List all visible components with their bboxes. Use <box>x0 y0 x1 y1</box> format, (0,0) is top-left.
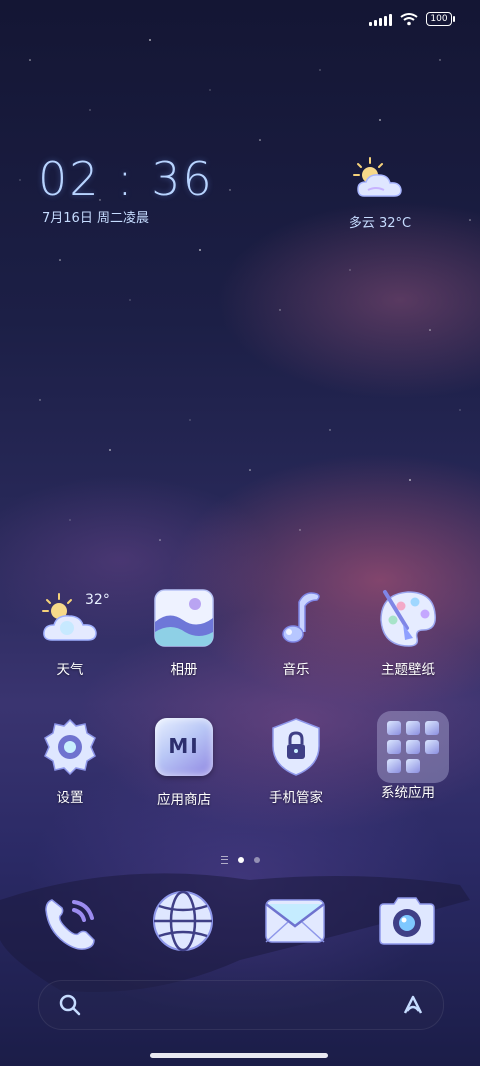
gear-icon <box>39 716 101 778</box>
app-label: 手机管家 <box>269 790 323 806</box>
app-drawer-indicator[interactable] <box>220 856 228 864</box>
app-themes[interactable]: 主题壁纸 <box>360 588 456 678</box>
dock-browser[interactable] <box>150 888 216 954</box>
status-bar: 100 <box>369 12 455 26</box>
dock-phone[interactable] <box>38 890 104 956</box>
weather-widget[interactable]: 多云 32°C <box>340 156 420 231</box>
partly-cloudy-icon <box>353 157 402 197</box>
dock-mail[interactable] <box>262 888 328 954</box>
assistant-icon[interactable] <box>401 993 425 1017</box>
page-dot-1[interactable] <box>237 857 244 863</box>
app-folder-system[interactable]: 系统应用 <box>360 711 456 801</box>
page-indicator[interactable] <box>0 856 480 864</box>
app-label: 设置 <box>56 790 84 806</box>
app-weather[interactable]: 32° 天气 <box>22 588 118 678</box>
app-store-icon: MI <box>153 718 215 780</box>
music-note-icon <box>265 588 327 650</box>
battery-icon: 100 <box>426 12 455 26</box>
app-label: 应用商店 <box>157 792 211 808</box>
dock-camera[interactable] <box>374 888 440 954</box>
home-indicator[interactable] <box>150 1053 328 1058</box>
phone-icon <box>45 899 95 950</box>
app-gallery[interactable]: 相册 <box>136 588 232 678</box>
app-label: 系统应用 <box>381 785 435 801</box>
shield-lock-icon <box>265 716 327 778</box>
palette-icon <box>377 588 439 650</box>
wifi-icon <box>400 13 418 26</box>
weather-temp-badge: 32° <box>85 592 110 608</box>
app-security[interactable]: 手机管家 <box>248 716 344 806</box>
app-label: 相册 <box>170 662 198 678</box>
app-label: 音乐 <box>282 662 310 678</box>
gallery-icon <box>153 588 215 650</box>
app-label: 主题壁纸 <box>381 662 435 678</box>
signal-strength-icon <box>369 12 392 26</box>
app-label: 天气 <box>56 662 84 678</box>
weather-text: 多云 32°C <box>348 216 412 231</box>
clock-time[interactable]: 02 : 36 <box>38 152 214 206</box>
folder-icon <box>377 711 449 783</box>
weather-icon: 32° <box>39 588 110 650</box>
app-music[interactable]: 音乐 <box>248 588 344 678</box>
browser-globe-icon <box>153 890 213 952</box>
search-bar[interactable] <box>38 980 444 1030</box>
camera-icon <box>379 897 435 945</box>
mail-icon <box>265 899 325 943</box>
search-icon[interactable] <box>59 994 81 1016</box>
app-store[interactable]: MI 应用商店 <box>136 716 232 808</box>
app-settings[interactable]: 设置 <box>22 716 118 806</box>
page-dot-2[interactable] <box>253 857 260 863</box>
clock-date[interactable]: 7月16日 周二凌晨 <box>42 207 149 226</box>
mi-logo: MI <box>168 734 200 758</box>
